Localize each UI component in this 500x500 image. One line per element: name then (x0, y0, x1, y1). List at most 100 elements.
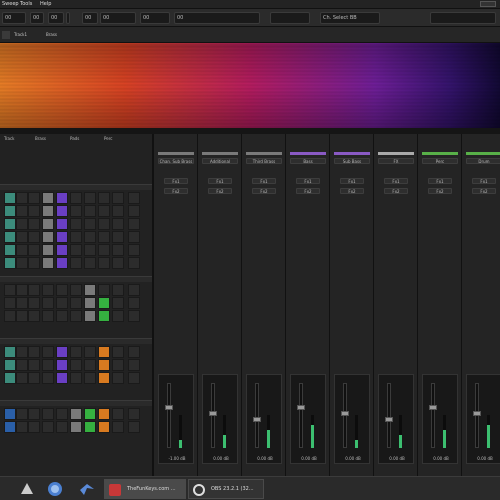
clip-slot[interactable] (42, 192, 54, 204)
clip-slot[interactable] (112, 205, 124, 217)
clip-slot[interactable] (98, 297, 110, 309)
clip-slot[interactable] (112, 372, 124, 384)
clip-slot[interactable] (112, 218, 124, 230)
clip-slot[interactable] (84, 205, 96, 217)
clip-slot[interactable] (42, 231, 54, 243)
clip-slot[interactable] (112, 257, 124, 269)
clip-slot[interactable] (70, 244, 82, 256)
channel-name[interactable]: Sub Bass (334, 158, 370, 164)
clip-slot[interactable] (4, 244, 16, 256)
insert-slot[interactable]: Fx1 (428, 178, 452, 184)
clip-slot[interactable] (98, 372, 110, 384)
clip-slot[interactable] (28, 310, 40, 322)
clip-slot[interactable] (98, 421, 110, 433)
transport-position[interactable]: 00 (174, 12, 260, 24)
clip-slot[interactable] (42, 310, 54, 322)
clip-slot[interactable] (98, 310, 110, 322)
clip-slot[interactable] (42, 421, 54, 433)
clip-slot[interactable] (70, 284, 82, 296)
clip-slot[interactable] (128, 244, 140, 256)
scene-group-header[interactable] (0, 276, 152, 282)
clip-slot[interactable] (28, 205, 40, 217)
clip-slot[interactable] (16, 421, 28, 433)
fader-cap[interactable] (165, 405, 173, 410)
scene-group-header[interactable] (0, 184, 152, 190)
clip-slot[interactable] (84, 310, 96, 322)
clip-slot[interactable] (56, 231, 68, 243)
clip-slot[interactable] (128, 218, 140, 230)
clip-slot[interactable] (56, 257, 68, 269)
clip-slot[interactable] (16, 359, 28, 371)
clip-slot[interactable] (42, 284, 54, 296)
fader-cap[interactable] (429, 405, 437, 410)
clip-slot[interactable] (42, 244, 54, 256)
transport-field[interactable]: 00 (140, 12, 170, 24)
clip-slot[interactable] (70, 205, 82, 217)
clip-slot[interactable] (4, 346, 16, 358)
clip-slot[interactable] (70, 346, 82, 358)
clip-slot[interactable] (16, 284, 28, 296)
clip-slot[interactable] (16, 205, 28, 217)
clip-slot[interactable] (98, 359, 110, 371)
clip-slot[interactable] (4, 231, 16, 243)
clip-slot[interactable] (56, 205, 68, 217)
clip-slot[interactable] (84, 346, 96, 358)
clip-slot[interactable] (112, 244, 124, 256)
clip-slot[interactable] (128, 346, 140, 358)
task-button-obs[interactable]: OBS 23.2.1 (32... (188, 479, 264, 499)
transport-field[interactable]: 00 (2, 12, 26, 24)
clip-slot[interactable] (16, 297, 28, 309)
clip-slot[interactable] (70, 372, 82, 384)
volume-fader[interactable] (431, 383, 435, 448)
clip-slot[interactable] (112, 310, 124, 322)
clip-slot[interactable] (84, 257, 96, 269)
clip-slot[interactable] (42, 346, 54, 358)
clip-slot[interactable] (56, 310, 68, 322)
clip-slot[interactable] (112, 284, 124, 296)
clip-slot[interactable] (16, 192, 28, 204)
clip-slot[interactable] (28, 192, 40, 204)
clip-slot[interactable] (28, 218, 40, 230)
clip-slot[interactable] (128, 205, 140, 217)
globe-icon[interactable] (46, 480, 64, 498)
track-tab[interactable]: Brass (46, 32, 57, 37)
clip-slot[interactable] (98, 205, 110, 217)
menu-help[interactable]: Help (40, 1, 51, 7)
window-controls[interactable] (480, 1, 496, 7)
insert-slot[interactable]: Fx1 (340, 178, 364, 184)
fader-cap[interactable] (209, 411, 217, 416)
clip-slot[interactable] (56, 408, 68, 420)
channel-name[interactable]: Drum (466, 158, 500, 164)
scene-group-header[interactable] (0, 338, 152, 344)
fader-cap[interactable] (473, 411, 481, 416)
insert-slot[interactable]: Fx1 (384, 178, 408, 184)
clip-slot[interactable] (42, 359, 54, 371)
clip-slot[interactable] (128, 310, 140, 322)
clip-slot[interactable] (128, 257, 140, 269)
clip-slot[interactable] (4, 257, 16, 269)
clip-slot[interactable] (70, 231, 82, 243)
fold-icon[interactable] (2, 31, 10, 39)
clip-slot[interactable] (28, 257, 40, 269)
channel-name[interactable]: Third Brass (246, 158, 282, 164)
transport-field[interactable] (270, 12, 310, 24)
clip-slot[interactable] (70, 310, 82, 322)
clip-slot[interactable] (128, 231, 140, 243)
clip-slot[interactable] (56, 192, 68, 204)
clip-slot[interactable] (128, 372, 140, 384)
clip-slot[interactable] (42, 297, 54, 309)
clip-slot[interactable] (112, 346, 124, 358)
clip-slot[interactable] (98, 244, 110, 256)
track-tab[interactable]: Track1 (14, 32, 27, 37)
fader-cap[interactable] (385, 417, 393, 422)
insert-slot[interactable]: Fx2 (164, 188, 188, 194)
clip-slot[interactable] (84, 192, 96, 204)
insert-slot[interactable]: Fx2 (208, 188, 232, 194)
clip-slot[interactable] (98, 408, 110, 420)
clip-slot[interactable] (128, 297, 140, 309)
volume-fader[interactable] (387, 383, 391, 448)
clip-slot[interactable] (4, 408, 16, 420)
clip-slot[interactable] (98, 192, 110, 204)
clip-slot[interactable] (56, 284, 68, 296)
volume-fader[interactable] (167, 383, 171, 448)
